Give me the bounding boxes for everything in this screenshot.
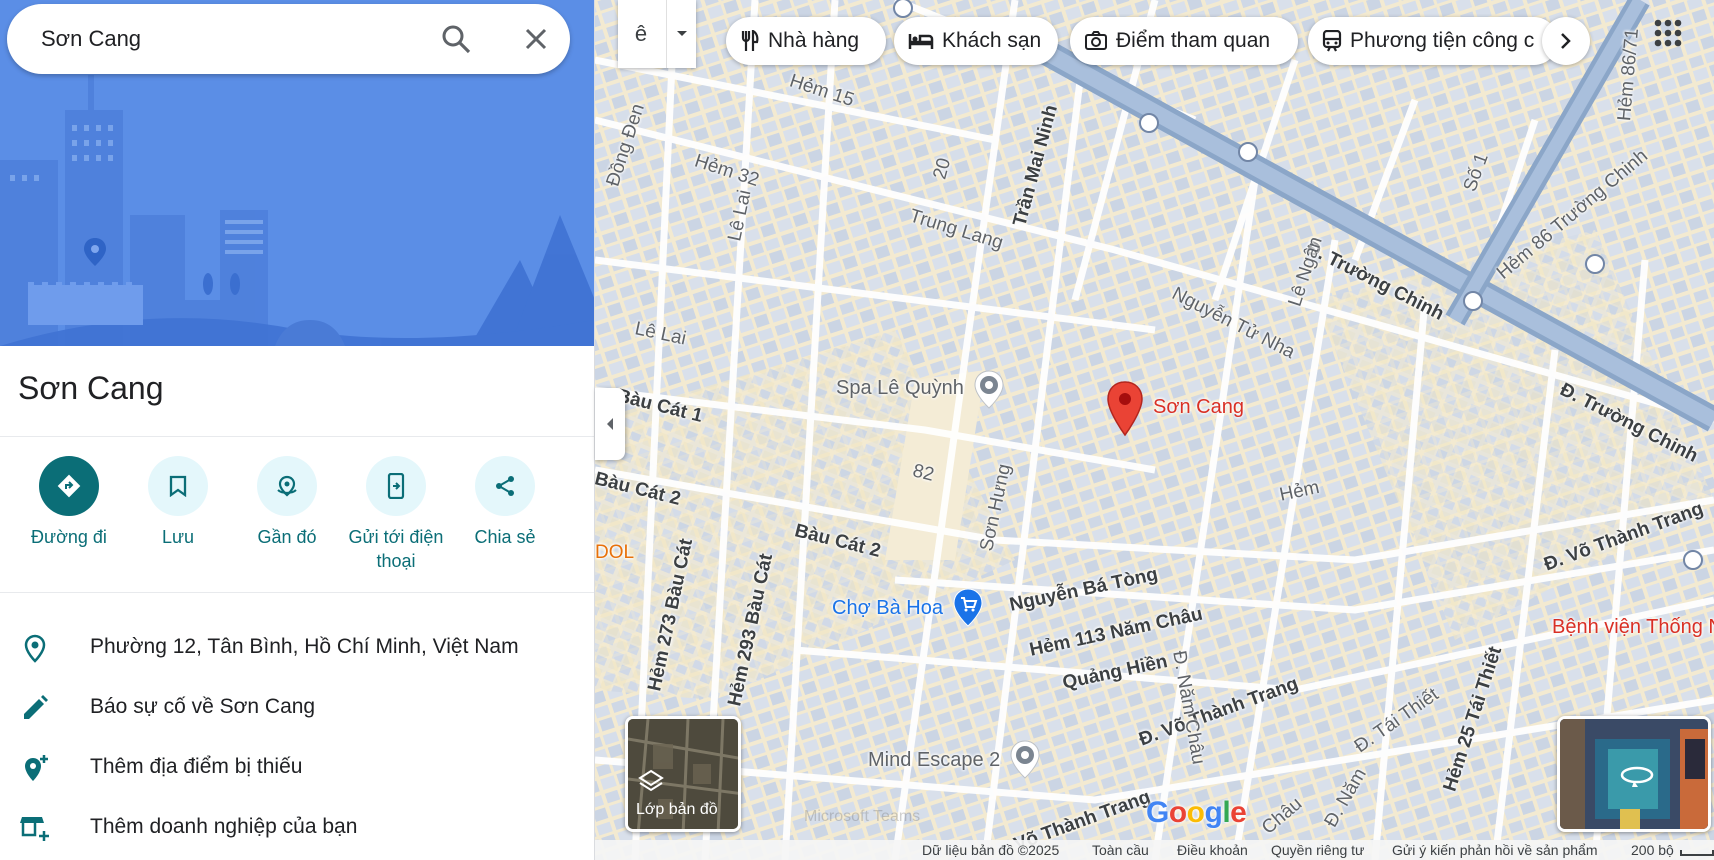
layers-label: Lớp bản đồ: [636, 801, 718, 818]
nearby-button[interactable]: Gần đó: [232, 456, 342, 549]
rotate-360-icon: [1620, 766, 1654, 787]
divider: [0, 592, 594, 593]
chip-label: Khách sạn: [942, 29, 1042, 52]
poi-pin-icon[interactable]: [1009, 740, 1041, 780]
report-issue-text: Báo sự cố về Sơn Cang: [90, 695, 316, 718]
watermark: Microsoft Teams: [804, 808, 921, 825]
input-tools-button[interactable]: ê: [618, 0, 664, 68]
map-data-credit: Dữ liệu bản đồ ©2025: [922, 842, 1060, 858]
address-row[interactable]: Phường 12, Tân Bình, Hồ Chí Minh, Việt N…: [0, 620, 594, 674]
poi-spa-label[interactable]: Spa Lê Quỳnh: [836, 377, 964, 400]
close-icon[interactable]: [518, 21, 554, 57]
save-button[interactable]: Lưu: [123, 456, 233, 549]
chip-attractions[interactable]: Điểm tham quan: [1070, 17, 1298, 65]
send-to-phone-label: Gửi tới điện thoại: [348, 527, 444, 571]
privacy-link[interactable]: Quyền riêng tư: [1271, 842, 1364, 858]
add-missing-place-text: Thêm địa điểm bị thiếu: [90, 755, 303, 778]
chip-restaurants[interactable]: Nhà hàng: [726, 17, 886, 65]
address-text: Phường 12, Tân Bình, Hồ Chí Minh, Việt N…: [90, 635, 519, 658]
search-input[interactable]: [41, 22, 421, 56]
search-icon[interactable]: [438, 21, 474, 57]
apps-grid-icon[interactable]: [1653, 18, 1683, 48]
nearby-icon: [257, 456, 317, 516]
location-marker-icon[interactable]: [1105, 380, 1145, 438]
add-business-icon: [20, 817, 49, 841]
location-pin-icon: [24, 634, 46, 663]
search-box: [7, 4, 570, 74]
chevron-down-icon[interactable]: [666, 0, 696, 68]
restaurant-icon: [741, 30, 759, 51]
nearby-label: Gần đó: [257, 527, 317, 547]
share-button[interactable]: Chia sẻ: [450, 456, 560, 549]
report-issue-row[interactable]: Báo sự cố về Sơn Cang: [0, 680, 594, 734]
camera-icon: [1085, 31, 1107, 50]
map-footer: Dữ liệu bản đồ ©2025 Toàn cầu Điều khoản…: [595, 840, 1714, 860]
send-to-phone-icon: [366, 456, 426, 516]
layers-button[interactable]: Lớp bản đồ: [625, 716, 741, 832]
pencil-icon: [24, 695, 48, 719]
input-tools: ê: [618, 0, 696, 68]
collapse-panel-button[interactable]: [595, 388, 625, 460]
poi-pin-icon[interactable]: [973, 370, 1005, 410]
action-buttons: Đường đi Lưu Gần đó Gửi tới điện thoại C…: [0, 456, 594, 586]
chevron-right-icon[interactable]: [1542, 17, 1590, 65]
share-label: Chia sẻ: [474, 527, 536, 547]
layers-icon: [638, 769, 664, 792]
transit-icon: [1322, 30, 1342, 52]
place-title: Sơn Cang: [18, 370, 164, 406]
scale-label[interactable]: 200 bộ: [1631, 842, 1674, 858]
shopping-cart-icon[interactable]: [952, 588, 984, 628]
bookmark-icon: [148, 456, 208, 516]
share-icon: [475, 456, 535, 516]
maps-app: Đ. Trường Chinh Đ. Trường Chinh Hẻm 15 Đ…: [0, 0, 1714, 860]
add-location-icon: [25, 755, 48, 781]
poi-hospital-label[interactable]: Bệnh viện Thống N: [1552, 616, 1714, 639]
directions-icon: [39, 456, 99, 516]
chip-label: Nhà hàng: [768, 29, 860, 52]
google-logo: Google: [1146, 796, 1247, 829]
scale-bar: [1680, 850, 1714, 856]
poi-market-label[interactable]: Chợ Bà Hoa: [832, 597, 943, 620]
road-label: DOL: [595, 542, 635, 563]
save-label: Lưu: [161, 527, 195, 547]
poi-mind-escape-label[interactable]: Mind Escape 2: [868, 749, 1000, 772]
global-link[interactable]: Toàn cầu: [1092, 842, 1149, 858]
marker-label[interactable]: Sơn Cang: [1153, 396, 1244, 419]
chip-label: Điểm tham quan: [1116, 29, 1271, 52]
directions-button[interactable]: Đường đi: [14, 456, 124, 549]
add-business-text: Thêm doanh nghiệp của bạn: [90, 815, 358, 838]
chip-label: Phương tiện công c: [1350, 29, 1535, 52]
chip-hotels[interactable]: Khách sạn: [894, 17, 1058, 65]
directions-label: Đường đi: [31, 527, 107, 547]
feedback-link[interactable]: Gửi ý kiến phản hồi về sản phẩm: [1392, 842, 1598, 858]
send-to-phone-button[interactable]: Gửi tới điện thoại: [341, 456, 451, 573]
divider: [0, 436, 594, 437]
chip-transit[interactable]: Phương tiện công c: [1308, 17, 1558, 65]
chevron-left-icon: [607, 418, 613, 430]
add-missing-place-row[interactable]: Thêm địa điểm bị thiếu: [0, 740, 594, 794]
map-canvas[interactable]: Đ. Trường Chinh Đ. Trường Chinh Hẻm 15 Đ…: [595, 0, 1714, 860]
place-panel: Sơn Cang Đường đi Lưu Gần đó Gửi tới điệ…: [0, 0, 595, 860]
terms-link[interactable]: Điều khoản: [1177, 842, 1248, 858]
hotel-icon: [908, 34, 934, 49]
street-view-preview[interactable]: [1557, 716, 1711, 832]
add-business-row[interactable]: Thêm doanh nghiệp của bạn: [0, 800, 594, 854]
